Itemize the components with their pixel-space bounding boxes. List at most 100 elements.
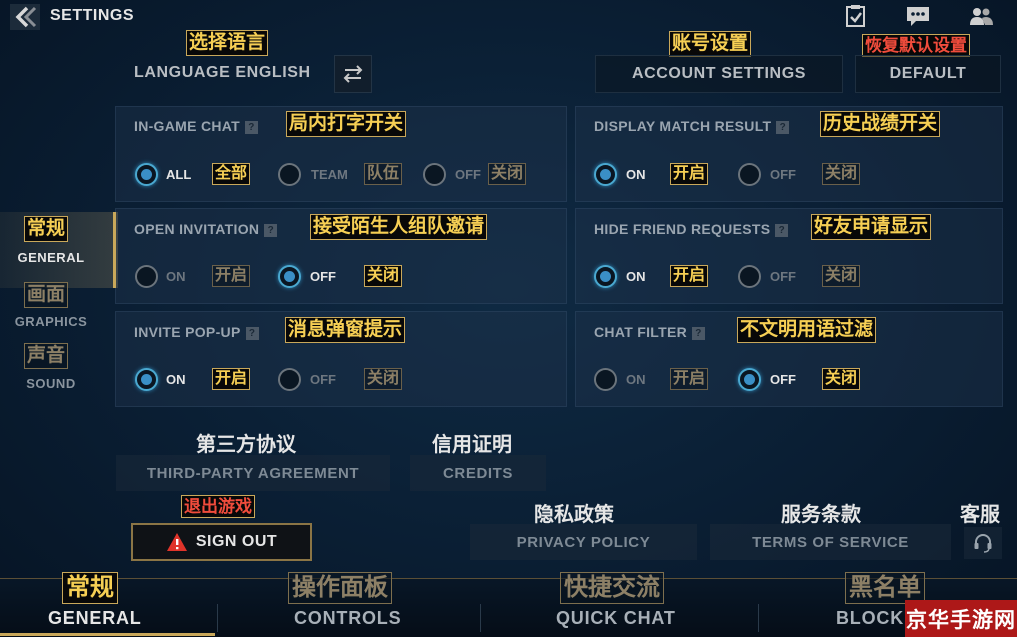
- chat-filter-off-radio[interactable]: [738, 368, 761, 391]
- account-settings-button[interactable]: ACCOUNT SETTINGS: [595, 55, 843, 93]
- caption-opt-on: 开启: [670, 163, 709, 185]
- support-zh-label: 客服: [960, 504, 1000, 526]
- in-game-chat-team-label: TEAM: [311, 167, 348, 182]
- help-icon[interactable]: ?: [245, 326, 259, 340]
- in-game-chat-off-radio[interactable]: [423, 163, 446, 186]
- caption-hide-friend-requests: 好友申请显示: [811, 214, 932, 240]
- invite-popup-on-radio[interactable]: [135, 368, 158, 391]
- open-invitation-off-label: OFF: [310, 269, 336, 284]
- caption-opt-off: 关闭: [364, 368, 403, 390]
- terms-of-service-button[interactable]: TERMS OF SERVICE: [710, 524, 951, 560]
- caption-account: 账号设置: [669, 31, 752, 57]
- nav-item-sound-label: SOUND: [26, 376, 76, 391]
- page-title: SETTINGS: [50, 7, 135, 24]
- invite-popup-off-label: OFF: [310, 372, 336, 387]
- tab-quick-chat-label: QUICK CHAT: [556, 608, 676, 628]
- tab-quick-chat[interactable]: 快捷交流 QUICK CHAT: [481, 570, 758, 637]
- language-swap-button[interactable]: [334, 55, 372, 93]
- tab-general-label: GENERAL: [48, 608, 142, 628]
- chat-filter-on-radio[interactable]: [594, 368, 617, 391]
- caption-tab-general: 常规: [62, 572, 118, 604]
- credits-zh-label: 信用证明: [432, 434, 512, 456]
- hide-friend-requests-off-label: OFF: [770, 269, 796, 284]
- hide-friend-requests-label: HIDE FRIEND REQUESTS?: [594, 221, 789, 237]
- display-match-result-on-radio[interactable]: [594, 163, 617, 186]
- caption-opt-on: 开启: [670, 368, 709, 390]
- caption-nav-graphics: 画面: [24, 282, 69, 308]
- nav-item-general[interactable]: 常规 GENERAL: [0, 216, 100, 280]
- caption-opt-on: 开启: [212, 368, 251, 390]
- in-game-chat-all-label: ALL: [166, 167, 192, 182]
- open-invitation-on-radio[interactable]: [135, 265, 158, 288]
- open-invitation-off-radio[interactable]: [278, 265, 301, 288]
- caption-opt-off: 关闭: [488, 163, 527, 185]
- help-icon[interactable]: ?: [245, 120, 258, 134]
- checklist-icon[interactable]: [842, 4, 870, 28]
- help-icon[interactable]: ?: [776, 120, 790, 134]
- tab-controls[interactable]: 操作面板 CONTROLS: [218, 570, 480, 637]
- caption-opt-team: 队伍: [364, 163, 403, 185]
- caption-nav-sound: 声音: [24, 343, 69, 369]
- terms-zh-label: 服务条款: [781, 504, 861, 526]
- hide-friend-requests-on-label: ON: [626, 269, 646, 284]
- nav-item-graphics[interactable]: 画面 GRAPHICS: [0, 280, 100, 332]
- caption-tab-quick-chat: 快捷交流: [560, 572, 664, 604]
- nav-item-sound[interactable]: 声音 SOUND: [0, 342, 100, 394]
- caption-opt-off: 关闭: [364, 265, 403, 287]
- in-game-chat-all-radio[interactable]: [135, 163, 158, 186]
- caption-opt-on: 开启: [212, 265, 251, 287]
- tab-block-label: BLOCK: [836, 608, 904, 628]
- caption-opt-off: 关闭: [822, 265, 861, 287]
- friends-icon[interactable]: [967, 4, 995, 28]
- caption-sign-out: 退出游戏: [181, 495, 255, 518]
- caption-opt-all: 全部: [212, 163, 251, 185]
- hide-friend-requests-on-radio[interactable]: [594, 265, 617, 288]
- third-party-agreement-button[interactable]: THIRD-PARTY AGREEMENT: [116, 455, 390, 491]
- in-game-chat-off-label: OFF: [455, 167, 481, 182]
- caption-in-game-chat: 局内打字开关: [286, 111, 407, 137]
- chat-icon[interactable]: [904, 4, 932, 28]
- watermark-logo: 京华手游网: [905, 600, 1017, 637]
- default-button[interactable]: DEFAULT: [855, 55, 1001, 93]
- language-label: LANGUAGE ENGLISH: [134, 64, 311, 81]
- nav-item-graphics-label: GRAPHICS: [14, 314, 88, 329]
- caption-default: 恢复默认设置: [862, 34, 970, 57]
- caption-opt-off: 关闭: [822, 163, 861, 185]
- help-icon[interactable]: ?: [692, 326, 705, 340]
- open-invitation-on-label: ON: [166, 269, 186, 284]
- tab-general[interactable]: 常规 GENERAL: [0, 570, 215, 637]
- caption-nav-general: 常规: [24, 216, 69, 242]
- customer-support-button[interactable]: [964, 527, 1002, 559]
- sign-out-label: SIGN OUT: [195, 533, 278, 550]
- third-party-zh-label: 第三方协议: [196, 434, 296, 456]
- open-invitation-label: OPEN INVITATION?: [134, 221, 278, 237]
- display-match-result-label: DISPLAY MATCH RESULT?: [594, 118, 790, 134]
- tab-active-indicator: [0, 633, 215, 636]
- sign-out-button[interactable]: SIGN OUT: [131, 523, 312, 561]
- back-arrow-icon[interactable]: [10, 4, 40, 30]
- display-match-result-off-radio[interactable]: [738, 163, 761, 186]
- help-icon[interactable]: ?: [264, 223, 278, 237]
- hide-friend-requests-off-radio[interactable]: [738, 265, 761, 288]
- caption-tab-controls: 操作面板: [288, 572, 392, 604]
- caption-opt-on: 开启: [670, 265, 709, 287]
- privacy-zh-label: 隐私政策: [534, 504, 614, 526]
- in-game-chat-team-radio[interactable]: [278, 163, 301, 186]
- invite-popup-off-radio[interactable]: [278, 368, 301, 391]
- warning-icon: [166, 533, 187, 551]
- caption-chat-filter: 不文明用语过滤: [737, 317, 877, 343]
- tab-block[interactable]: 黑名单 BLOCK: [759, 570, 925, 637]
- privacy-policy-button[interactable]: PRIVACY POLICY: [470, 524, 697, 560]
- swap-arrows-icon: [343, 65, 363, 83]
- tab-controls-label: CONTROLS: [294, 608, 402, 628]
- chat-filter-off-label: OFF: [770, 372, 796, 387]
- nav-active-indicator: [113, 212, 116, 288]
- caption-display-match-result: 历史战绩开关: [820, 111, 941, 137]
- caption-language: 选择语言: [186, 30, 269, 56]
- credits-button[interactable]: CREDITS: [410, 455, 546, 491]
- help-icon[interactable]: ?: [775, 223, 789, 237]
- nav-item-general-label: GENERAL: [17, 250, 85, 265]
- chat-filter-on-label: ON: [626, 372, 646, 387]
- in-game-chat-label: IN-GAME CHAT?: [134, 118, 258, 134]
- chat-filter-label: CHAT FILTER?: [594, 324, 705, 340]
